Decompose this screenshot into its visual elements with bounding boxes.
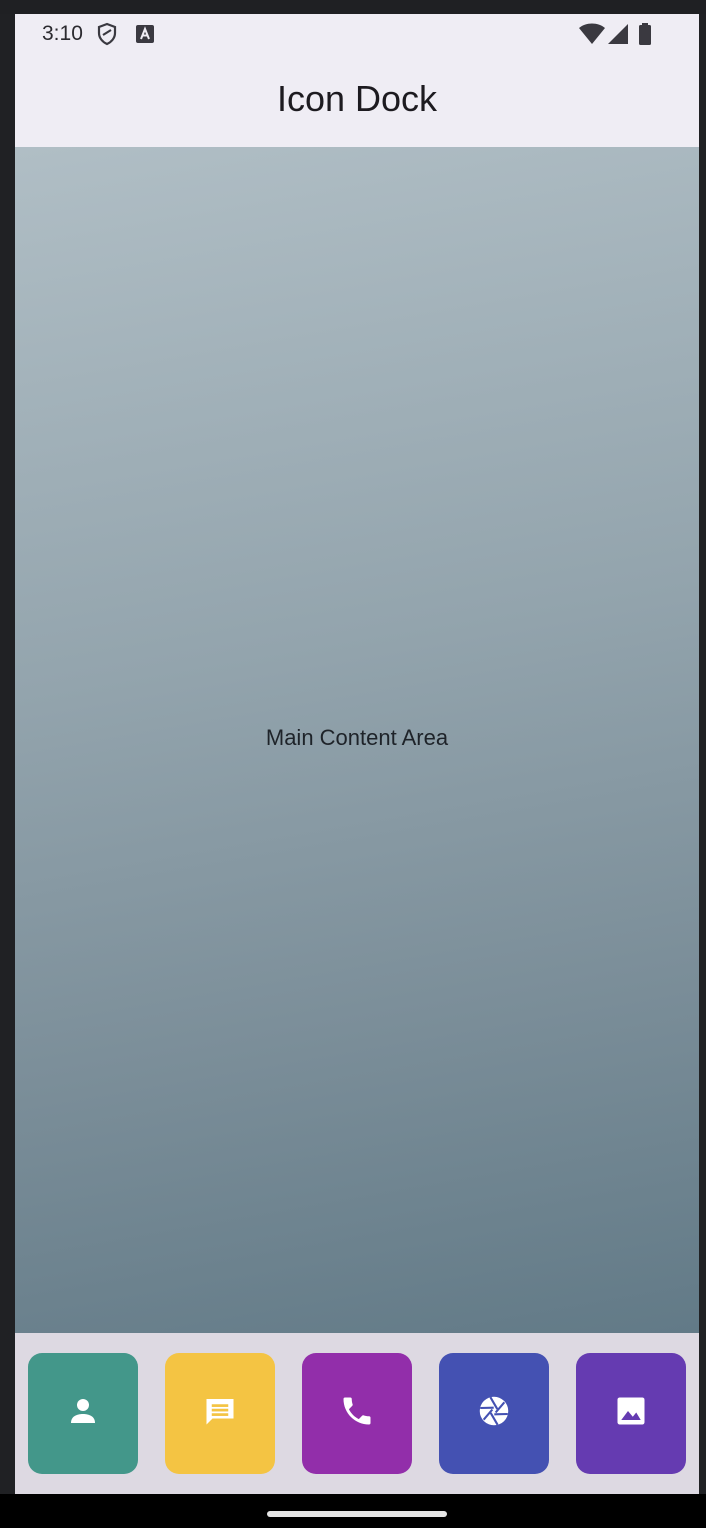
dock-item-message[interactable] [165,1353,275,1474]
wifi-icon [578,22,606,46]
app-bar: Icon Dock [15,54,699,147]
person-icon [65,1393,101,1434]
dock-item-camera[interactable] [439,1353,549,1474]
page-title: Icon Dock [276,78,438,119]
image-icon [613,1393,649,1434]
shield-icon [95,22,119,46]
camera-shutter-icon [476,1393,512,1434]
gesture-handle[interactable] [267,1511,447,1517]
phone-icon [339,1393,375,1434]
main-content-label: Main Content Area [265,725,449,750]
signal-icon [606,22,630,46]
keyboard-a-icon [133,22,157,46]
main-content-area: Main Content Area [15,147,699,1333]
status-bar: 3:10 [15,14,699,54]
dock-item-phone[interactable] [302,1353,412,1474]
status-time: 3:10 [42,22,83,45]
navigation-bar [0,1494,706,1528]
battery-icon [635,22,655,46]
top-edge [0,0,706,14]
app-screen: 3:10 Icon Dock Main Content Area [15,14,699,1494]
icon-dock [15,1333,699,1494]
message-icon [202,1393,238,1434]
device-frame: 3:10 Icon Dock Main Content Area [0,0,706,1528]
dock-item-person[interactable] [28,1353,138,1474]
dock-item-image[interactable] [576,1353,686,1474]
